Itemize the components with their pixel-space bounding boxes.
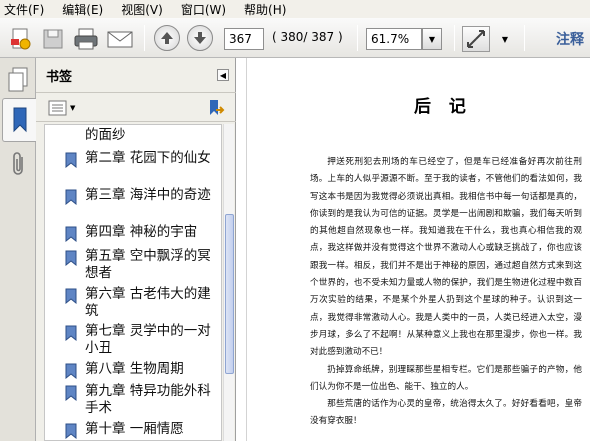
zoom-input[interactable]: 61.7% (366, 28, 422, 50)
paragraph: 押送死刑犯去刑场的车已经空了，但是车已经准备好再次前往刑场。上车的人似乎源源不断… (310, 157, 582, 358)
zoom-dropdown-button[interactable]: ▼ (422, 28, 442, 50)
chevron-down-icon: ▼ (70, 104, 76, 112)
bookmark-item[interactable]: 第三章 海洋中的奇迹 (65, 187, 213, 205)
options-menu-button[interactable]: ▼ (48, 99, 82, 117)
arrow-down-icon (194, 32, 206, 44)
create-pdf-icon (11, 28, 31, 50)
page-count: ( 380/ 387 ) (272, 30, 343, 44)
bookmark-icon (13, 107, 26, 133)
menu-file[interactable]: 文件(F) (4, 1, 44, 18)
bookmark-icon (65, 189, 77, 205)
page-body: 押送死刑犯去刑场的车已经空了，但是车已经准备好再次前往刑场。上车的人似乎源源不断… (310, 154, 582, 431)
paperclip-icon (13, 152, 23, 175)
bookmark-item[interactable]: 第七章 灵学中的一对小丑 (65, 323, 213, 357)
print-button[interactable] (72, 26, 100, 52)
bookmark-icon (65, 325, 77, 341)
bookmark-item[interactable]: 第二章 花园下的仙女 (65, 150, 213, 168)
bookmark-item[interactable]: 第八章 生物周期 (65, 361, 213, 379)
menu-window[interactable]: 窗口(W) (181, 1, 226, 18)
arrow-up-icon (161, 32, 173, 44)
create-pdf-button[interactable] (8, 26, 34, 52)
bookmarks-title: 书签 (46, 69, 73, 85)
bookmark-icon (65, 226, 77, 242)
bookmarks-toolbar: ▼ (36, 92, 236, 122)
page-title: 后 记 (414, 97, 472, 117)
menu-view[interactable]: 视图(V) (121, 1, 163, 18)
bookmark-item[interactable]: 第四章 神秘的宇宙 (65, 224, 213, 242)
chevron-down-icon: ▼ (428, 34, 436, 44)
next-page-button[interactable] (187, 25, 213, 51)
options-icon (48, 100, 67, 116)
page-number-input[interactable]: 367 (224, 28, 264, 50)
bookmark-item[interactable]: 第九章 特异功能外科手术 (65, 383, 213, 417)
previous-page-button[interactable] (154, 25, 180, 51)
fit-window-button[interactable] (462, 26, 490, 52)
bookmark-list: 的面纱 第二章 花园下的仙女 第三章 海洋中的奇迹 第四章 神秘的宇宙 第五章 … (44, 124, 222, 441)
menu-bar: 文件(F) 编辑(E) 视图(V) 窗口(W) 帮助(H) (0, 0, 590, 18)
bookmark-item[interactable]: 第十章 一厢情愿 (65, 421, 213, 439)
comment-button[interactable]: 注释 (556, 29, 584, 49)
page-edge (246, 58, 247, 441)
bookmark-scrollbar[interactable] (223, 124, 234, 441)
attachments-panel-button[interactable] (4, 148, 32, 180)
email-icon (107, 31, 133, 48)
bookmark-goto-icon (210, 100, 225, 115)
menu-edit[interactable]: 编辑(E) (62, 1, 103, 18)
save-icon (43, 29, 63, 49)
bookmark-icon (65, 363, 77, 379)
collapse-panel-button[interactable]: ◀ (217, 69, 229, 81)
more-tools-dropdown[interactable]: ▼ (498, 28, 512, 50)
paragraph: 那些荒唐的话作为心灵的皇帝，统治得太久了。好好看看吧，皇帝没有穿衣服！ (310, 399, 582, 427)
menu-help[interactable]: 帮助(H) (244, 1, 286, 18)
expand-icon (467, 30, 485, 48)
print-icon (74, 28, 98, 50)
bookmark-icon (65, 250, 77, 266)
pages-panel-button[interactable] (4, 64, 32, 96)
chevron-down-icon: ▼ (501, 34, 509, 44)
bookmark-item[interactable]: 第五章 空中飘浮的冥想者 (65, 248, 213, 282)
email-button[interactable] (106, 26, 134, 52)
bookmark-item[interactable]: 的面纱 (65, 127, 213, 145)
scrollbar-thumb[interactable] (225, 214, 234, 374)
chevron-left-icon: ◀ (219, 70, 227, 80)
bookmark-icon (65, 423, 77, 439)
bookmark-item[interactable]: 第六章 古老伟大的建筑 (65, 286, 213, 320)
bookmark-icon (65, 152, 77, 168)
bookmarks-panel-button[interactable] (2, 98, 36, 142)
save-button[interactable] (40, 26, 66, 52)
paragraph: 扔掉算命纸牌，别理睬那些星相专栏。它们是那些骗子的产物，他们认为你不是一位出色、… (310, 364, 582, 392)
bookmark-icon (65, 385, 77, 401)
pages-icon (8, 67, 28, 92)
expand-bookmark-button[interactable] (206, 98, 226, 118)
bookmark-icon (65, 288, 77, 304)
toolbar: 367 ( 380/ 387 ) 61.7% ▼ ▼ (0, 18, 590, 58)
bookmarks-panel: 书签 ◀ ▼ 的面纱 第二章 花园下的仙女 第三章 海洋中的奇迹 第四章 神秘的… (36, 58, 236, 441)
navigation-pane-strip (0, 58, 36, 441)
